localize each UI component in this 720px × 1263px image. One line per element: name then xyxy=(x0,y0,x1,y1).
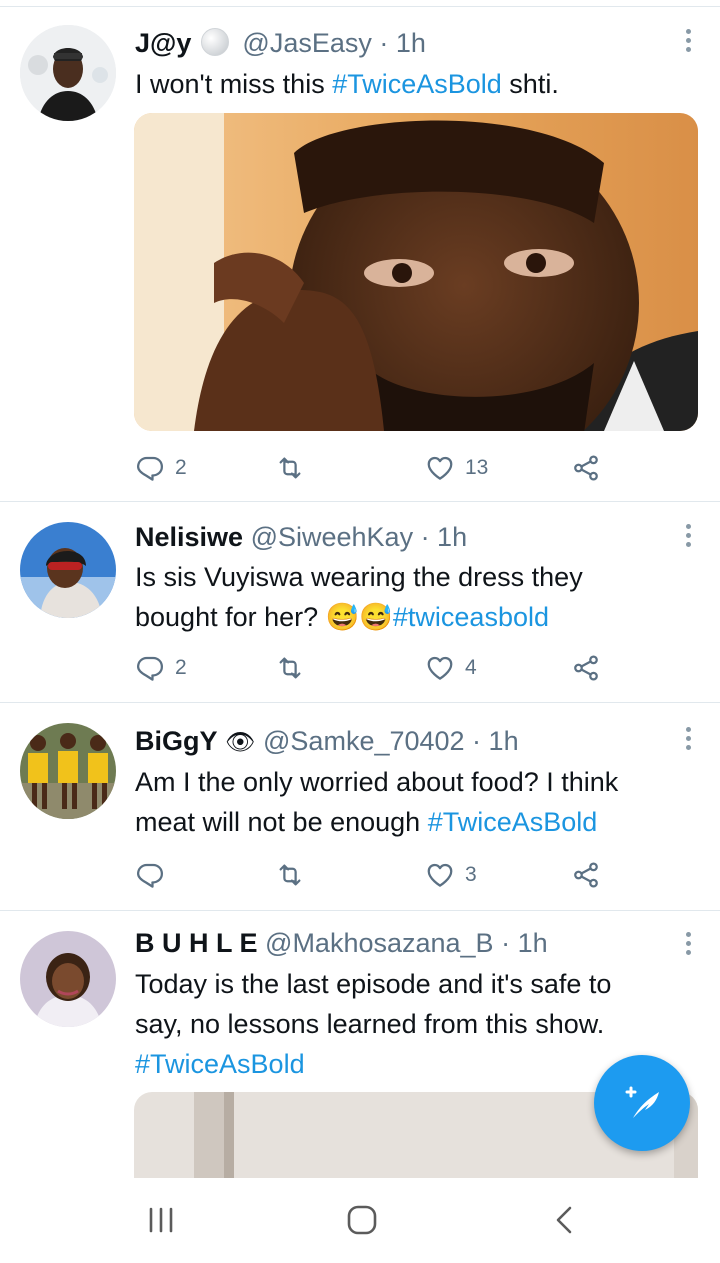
home-button[interactable] xyxy=(338,1198,386,1242)
tweet-text: Is sis Vuyiswa wearing the dress they bo… xyxy=(135,557,700,637)
like-button[interactable]: 4 xyxy=(425,648,477,688)
display-name[interactable]: B U H L E xyxy=(135,928,258,958)
like-count: 13 xyxy=(465,456,489,479)
tweet-text-line: Today is the last episode and it's safe … xyxy=(135,969,612,999)
avatar-image xyxy=(20,723,116,819)
display-name[interactable]: J@y xyxy=(135,28,191,58)
tweet[interactable]: J@y @JasEasy · 1h I won't miss this #Twi… xyxy=(0,7,720,502)
reply-icon xyxy=(135,453,165,483)
share-icon xyxy=(571,653,601,683)
reply-button[interactable] xyxy=(135,855,175,895)
android-navigation-bar xyxy=(0,1178,720,1263)
home-icon xyxy=(347,1205,377,1235)
tweet-text-line: say, no lessons learned from this show. xyxy=(135,1009,605,1039)
tweet-text: I won't miss this #TwiceAsBold shti. xyxy=(135,64,700,104)
share-button[interactable] xyxy=(571,855,601,895)
like-count: 4 xyxy=(465,656,477,679)
share-icon xyxy=(571,453,601,483)
reply-button[interactable]: 2 xyxy=(135,448,187,488)
tweet-text-line: bought for her? 😅😅#twiceasbold xyxy=(135,597,700,637)
tweet-text-line: meat will not be enough #TwiceAsBold xyxy=(135,802,700,842)
more-icon[interactable] xyxy=(686,29,692,56)
share-icon xyxy=(571,860,601,890)
hashtag-link[interactable]: #TwiceAsBold xyxy=(332,69,502,99)
tweet-header: B U H L E @Makhosazana_B · 1h xyxy=(135,927,548,959)
reply-button[interactable]: 2 xyxy=(135,648,187,688)
emoji: 😅😅 xyxy=(325,602,393,632)
back-icon xyxy=(556,1206,572,1234)
like-icon xyxy=(425,860,455,890)
tweet-photo xyxy=(134,113,698,431)
like-icon xyxy=(425,453,455,483)
tweet-actions: 3 xyxy=(135,855,615,895)
tweet-text-line: Am I the only worried about food? I thin… xyxy=(135,767,619,797)
like-count: 3 xyxy=(465,863,477,886)
tweet-text-part: I won't miss this xyxy=(135,69,333,99)
hashtag-link[interactable]: #TwiceAsBold xyxy=(428,807,598,837)
tweet-text-part: meat will not be enough xyxy=(135,807,428,837)
like-button[interactable]: 3 xyxy=(425,855,477,895)
hashtag-link[interactable]: #twiceasbold xyxy=(393,602,549,632)
compose-tweet-icon xyxy=(625,1086,659,1118)
retweet-button[interactable] xyxy=(275,855,315,895)
tweet-header: J@y @JasEasy · 1h xyxy=(135,27,426,59)
eye-emoji: 👁 xyxy=(225,729,256,756)
tweet-image[interactable] xyxy=(134,113,698,431)
more-icon[interactable] xyxy=(686,524,692,551)
handle-time: @Samke_70402 · 1h xyxy=(263,726,519,756)
avatar-image xyxy=(20,522,116,618)
recents-icon xyxy=(149,1207,173,1233)
display-name[interactable]: BiGgY xyxy=(135,726,218,756)
display-name[interactable]: Nelisiwe xyxy=(135,522,243,552)
more-icon[interactable] xyxy=(686,727,692,754)
more-icon[interactable] xyxy=(686,932,692,959)
avatar[interactable] xyxy=(20,25,116,121)
compose-tweet-button[interactable] xyxy=(594,1055,690,1151)
back-button[interactable] xyxy=(540,1198,588,1242)
avatar-image xyxy=(20,25,116,121)
tweet-text-part: bought for her? xyxy=(135,602,326,632)
retweet-button[interactable] xyxy=(275,648,315,688)
verified-orb-icon xyxy=(200,28,229,56)
reply-count: 2 xyxy=(175,656,187,679)
tweet-text-line: Is sis Vuyiswa wearing the dress they xyxy=(135,562,583,592)
like-icon xyxy=(425,653,455,683)
avatar[interactable] xyxy=(20,522,116,618)
handle-time: @JasEasy · 1h xyxy=(242,28,426,58)
handle-time: @SiweehKay · 1h xyxy=(250,522,468,552)
avatar-image xyxy=(20,931,116,1027)
tweet-text: Am I the only worried about food? I thin… xyxy=(135,762,700,842)
share-button[interactable] xyxy=(571,648,601,688)
tweet-header: Nelisiwe @SiweehKay · 1h xyxy=(135,521,467,553)
tweet-actions: 2 4 xyxy=(135,648,615,688)
recents-button[interactable] xyxy=(137,1198,185,1242)
avatar[interactable] xyxy=(20,723,116,819)
retweet-icon xyxy=(275,453,305,483)
share-button[interactable] xyxy=(571,448,601,488)
avatar[interactable] xyxy=(20,931,116,1027)
retweet-button[interactable] xyxy=(275,448,315,488)
like-button[interactable]: 13 xyxy=(425,448,488,488)
handle-time: @Makhosazana_B · 1h xyxy=(265,928,548,958)
retweet-icon xyxy=(275,653,305,683)
tweet[interactable]: BiGgY 👁 @Samke_70402 · 1h Am I the only … xyxy=(0,703,720,911)
reply-count: 2 xyxy=(175,456,187,479)
tweet-actions: 2 13 xyxy=(135,448,615,488)
tweet[interactable]: Nelisiwe @SiweehKay · 1h Is sis Vuyiswa … xyxy=(0,502,720,703)
reply-icon xyxy=(135,860,165,890)
tweet-text-part: shti. xyxy=(501,69,559,99)
reply-icon xyxy=(135,653,165,683)
retweet-icon xyxy=(275,860,305,890)
tweet-header: BiGgY 👁 @Samke_70402 · 1h xyxy=(135,725,519,759)
timeline: J@y @JasEasy · 1h I won't miss this #Twi… xyxy=(0,0,720,1178)
